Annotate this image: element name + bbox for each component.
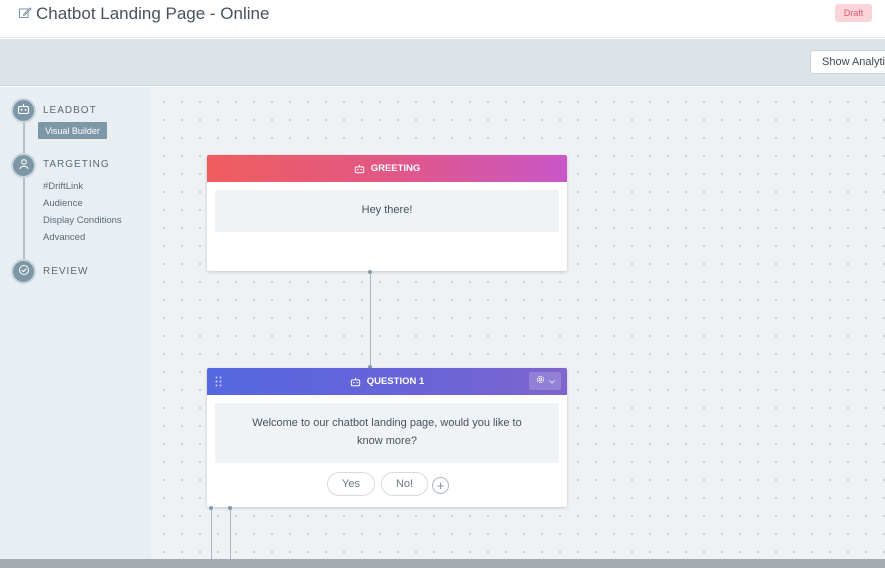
bot-icon (350, 377, 361, 387)
connector-dot[interactable] (368, 270, 372, 274)
question-message-line-1: Welcome to our chatbot landing page, wou… (252, 417, 522, 430)
toolbar: Show Analytics (0, 39, 885, 86)
greeting-card-title: GREETING (370, 163, 421, 174)
greeting-message[interactable]: Hey there! (215, 190, 559, 232)
question-message[interactable]: Welcome to our chatbot landing page, wou… (215, 403, 559, 463)
branch-connector (211, 507, 212, 559)
connector-dot[interactable] (209, 506, 213, 510)
step-review[interactable] (11, 259, 36, 284)
check-icon (18, 263, 30, 281)
question-card-title: QUESTION 1 (366, 376, 425, 387)
drag-handle-icon[interactable] (215, 376, 222, 390)
flow-connector (370, 271, 371, 367)
option-no-button[interactable]: No! (381, 472, 428, 496)
sidebar: LEADBOT Visual Builder TARGETING #DriftL… (0, 87, 151, 559)
connector-dot[interactable] (228, 506, 232, 510)
question-card[interactable]: QUESTION 1 Welcome to our chatbot landin… (207, 368, 567, 507)
sidebar-item-audience[interactable]: Audience (43, 198, 83, 209)
page-header: Chatbot Landing Page - Online Draft (0, 0, 885, 38)
gear-icon (535, 374, 546, 388)
step-label-targeting[interactable]: TARGETING (43, 159, 110, 170)
step-label-leadbot[interactable]: LEADBOT (43, 105, 97, 116)
add-option-button[interactable]: + (432, 477, 449, 494)
page-title[interactable]: Chatbot Landing Page - Online (36, 4, 269, 24)
bot-builder-canvas[interactable]: GREETING Hey there! QUESTION 1 Welcome t… (151, 87, 885, 559)
edit-icon[interactable] (18, 6, 32, 20)
bot-icon (354, 164, 365, 174)
bottom-scrollbar[interactable] (0, 559, 885, 568)
greeting-card[interactable]: GREETING Hey there! (207, 155, 567, 271)
status-badge: Draft (835, 4, 872, 22)
question-message-line-2: know more? (357, 435, 417, 447)
sidebar-item-driftlink[interactable]: #DriftLink (43, 181, 83, 192)
chevron-down-icon (549, 376, 555, 387)
step-leadbot[interactable] (11, 98, 36, 123)
step-label-review[interactable]: REVIEW (43, 266, 88, 277)
sidebar-item-display-conditions[interactable]: Display Conditions (43, 215, 122, 226)
settings-dropdown[interactable] (529, 372, 561, 390)
option-yes-button[interactable]: Yes (327, 472, 375, 496)
sidebar-item-advanced[interactable]: Advanced (43, 232, 85, 243)
show-analytics-button[interactable]: Show Analytics (810, 50, 885, 74)
branch-connector (230, 507, 231, 559)
sidebar-item-visual-builder[interactable]: Visual Builder (38, 122, 107, 139)
bot-icon (17, 102, 30, 120)
user-icon (18, 157, 30, 175)
step-connector-line (23, 109, 25, 274)
greeting-card-header: GREETING (207, 155, 567, 182)
step-targeting[interactable] (11, 153, 36, 178)
question-card-header: QUESTION 1 (207, 368, 567, 395)
